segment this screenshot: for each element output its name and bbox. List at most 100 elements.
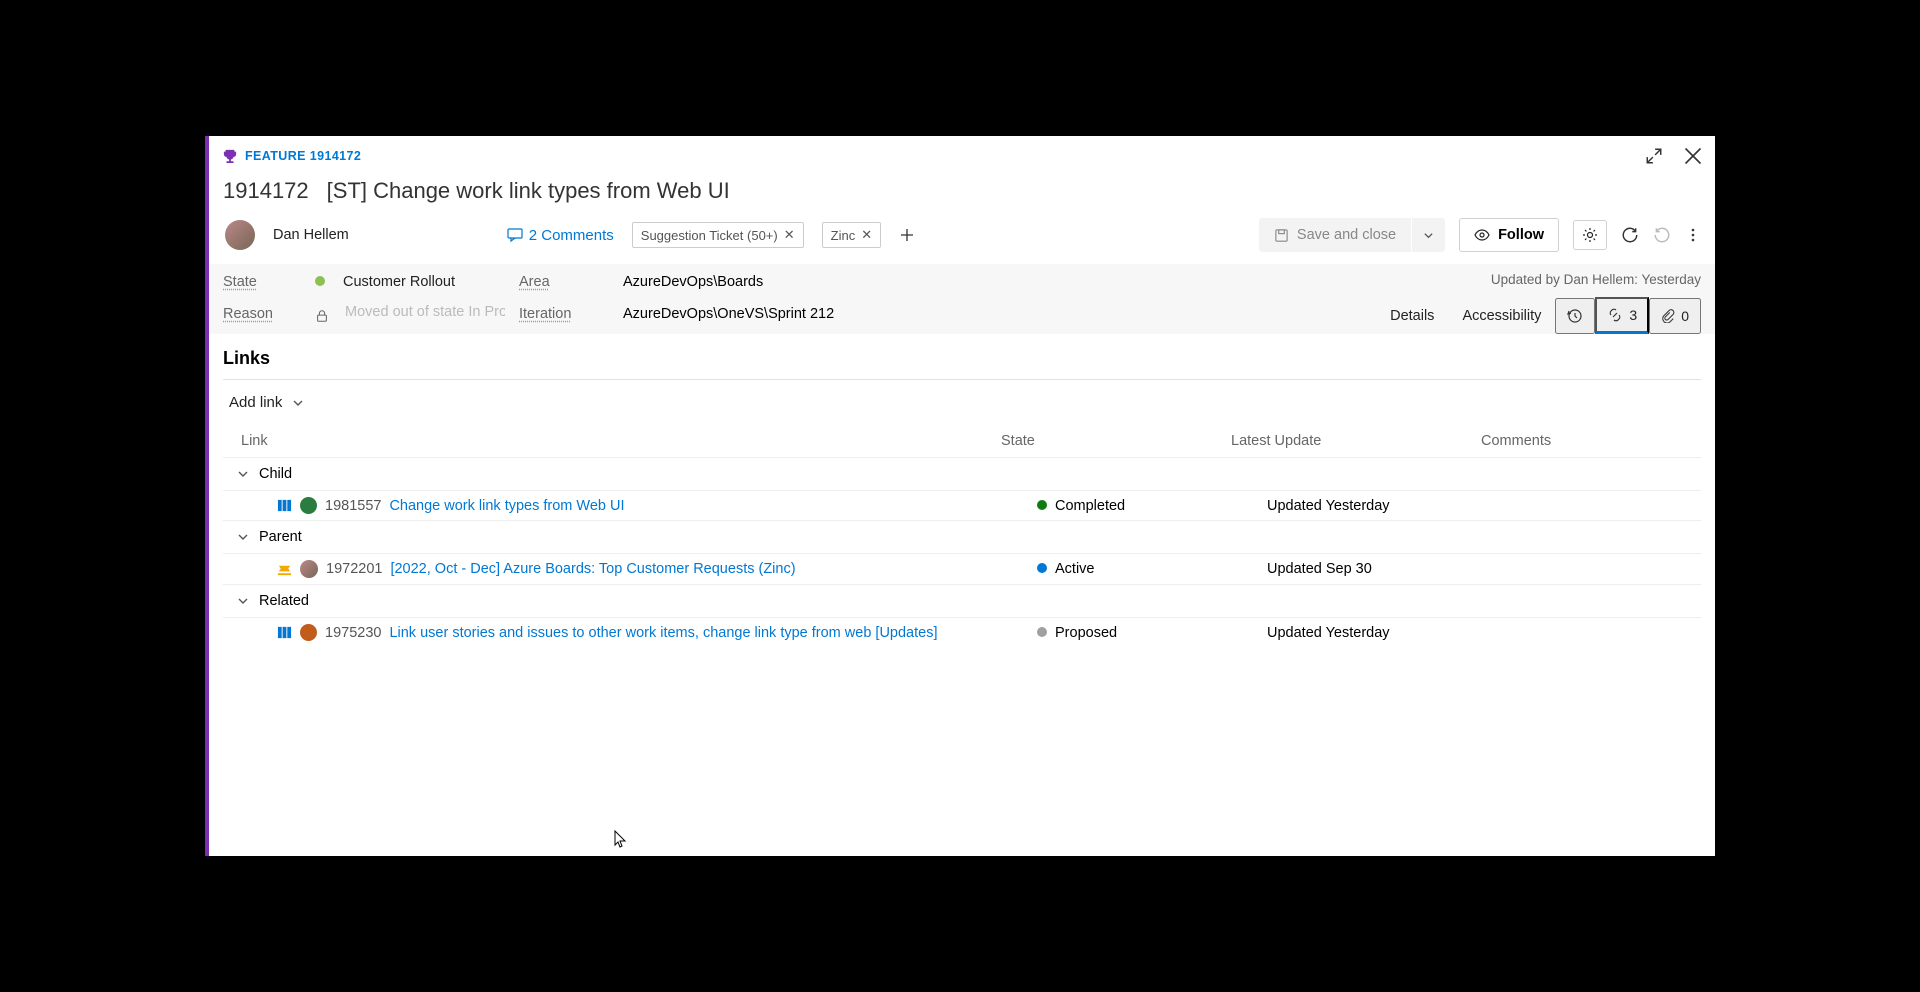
link-title[interactable]: [2022, Oct - Dec] Azure Boards: Top Cust…	[390, 561, 795, 577]
tag-chip-suggestion[interactable]: Suggestion Ticket (50+) ✕	[632, 222, 804, 248]
group-name: Child	[259, 466, 292, 482]
history-icon	[1567, 308, 1583, 324]
save-icon	[1274, 228, 1289, 243]
state-dot-icon	[1037, 627, 1047, 637]
tag-chip-zinc[interactable]: Zinc ✕	[822, 222, 881, 248]
col-state[interactable]: State	[1001, 433, 1231, 449]
work-item-id: 1914172	[223, 178, 309, 204]
link-state: Completed	[1055, 498, 1125, 514]
story-icon	[277, 498, 292, 513]
iteration-label: Iteration	[519, 306, 619, 322]
toolbar: Dan Hellem 2 Comments Suggestion Ticket …	[209, 218, 1715, 264]
link-id: 1975230	[325, 625, 381, 641]
undo-icon	[1653, 226, 1671, 244]
state-dot-icon	[315, 276, 325, 286]
save-and-close-button[interactable]: Save and close	[1259, 218, 1411, 252]
state-dot-icon	[1037, 500, 1047, 510]
link-group-parent[interactable]: Parent	[223, 520, 1701, 553]
comment-icon	[507, 227, 523, 243]
refresh-icon	[1621, 226, 1639, 244]
expand-button[interactable]	[1645, 146, 1663, 166]
group-name: Parent	[259, 529, 302, 545]
add-link-button[interactable]: Add link	[223, 380, 310, 425]
links-table: Link State Latest Update Comments Child …	[223, 425, 1701, 647]
undo-button[interactable]	[1653, 226, 1671, 244]
chevron-down-icon	[237, 531, 249, 543]
settings-button[interactable]	[1573, 220, 1607, 250]
remove-tag-icon[interactable]: ✕	[784, 227, 795, 243]
col-link[interactable]: Link	[241, 433, 1001, 449]
assignee-badge	[300, 497, 317, 514]
link-latest: Updated Yesterday	[1267, 625, 1517, 641]
meta-panel: Updated by Dan Hellem: Yesterday State C…	[209, 264, 1715, 334]
tab-attachments[interactable]: 0	[1649, 298, 1701, 334]
chevron-down-icon	[237, 595, 249, 607]
assignee-badge	[300, 624, 317, 641]
more-vertical-icon	[1685, 227, 1701, 243]
col-comments[interactable]: Comments	[1481, 433, 1701, 449]
link-latest: Updated Yesterday	[1267, 498, 1517, 514]
link-group-related[interactable]: Related	[223, 584, 1701, 617]
assignee-badge	[300, 560, 318, 578]
tab-history[interactable]	[1555, 298, 1595, 334]
link-row[interactable]: 1972201 [2022, Oct - Dec] Azure Boards: …	[223, 553, 1701, 584]
link-latest: Updated Sep 30	[1267, 561, 1517, 577]
link-id: 1981557	[325, 498, 381, 514]
comments-button[interactable]: 2 Comments	[507, 227, 614, 244]
work-item-type: FEATURE 1914172	[223, 149, 361, 163]
area-label: Area	[519, 274, 619, 290]
header-strip: FEATURE 1914172	[209, 136, 1715, 172]
col-latest[interactable]: Latest Update	[1231, 433, 1481, 449]
gear-icon	[1582, 227, 1598, 243]
type-label: FEATURE 1914172	[245, 149, 361, 163]
reason-label: Reason	[223, 306, 311, 322]
assignee-name[interactable]: Dan Hellem	[273, 227, 349, 243]
updated-by-text: Updated by Dan Hellem: Yesterday	[1491, 272, 1701, 287]
story-icon	[277, 625, 292, 640]
link-state: Proposed	[1055, 625, 1117, 641]
chevron-down-icon	[237, 468, 249, 480]
link-row[interactable]: 1975230 Link user stories and issues to …	[223, 617, 1701, 647]
epic-icon	[277, 562, 292, 577]
link-id: 1972201	[326, 561, 382, 577]
state-dot-icon	[1037, 563, 1047, 573]
work-item-title[interactable]: [ST] Change work link types from Web UI	[327, 178, 730, 204]
eye-icon	[1474, 227, 1490, 243]
work-item-dialog: FEATURE 1914172 1914172 [ST] Change work…	[205, 136, 1715, 856]
work-item-tabs: Details Accessibility 3 0	[1376, 297, 1701, 334]
state-label: State	[223, 274, 311, 290]
link-title[interactable]: Change work link types from Web UI	[389, 498, 624, 514]
tab-accessibility[interactable]: Accessibility	[1448, 298, 1555, 334]
attachment-icon	[1661, 309, 1675, 323]
group-name: Related	[259, 593, 309, 609]
links-section: Links Add link Link State Latest Update …	[209, 334, 1715, 856]
state-value[interactable]: Customer Rollout	[315, 274, 515, 290]
area-value[interactable]: AzureDevOps\Boards	[623, 274, 1023, 290]
more-actions-button[interactable]	[1685, 227, 1701, 243]
tab-details[interactable]: Details	[1376, 298, 1448, 334]
reason-value[interactable]: Moved out of state In Pro	[315, 304, 515, 324]
chevron-down-icon	[292, 397, 304, 409]
link-title[interactable]: Link user stories and issues to other wo…	[389, 625, 937, 641]
lock-icon	[315, 309, 329, 323]
add-tag-button[interactable]	[899, 227, 915, 243]
link-row[interactable]: 1981557 Change work link types from Web …	[223, 490, 1701, 520]
follow-button[interactable]: Follow	[1459, 218, 1559, 252]
assignee-avatar[interactable]	[225, 220, 255, 250]
close-button[interactable]	[1683, 146, 1703, 166]
link-group-child[interactable]: Child	[223, 457, 1701, 490]
section-title: Links	[223, 348, 1701, 380]
remove-tag-icon[interactable]: ✕	[861, 227, 872, 243]
title-row: 1914172 [ST] Change work link types from…	[209, 172, 1715, 218]
iteration-value[interactable]: AzureDevOps\OneVS\Sprint 212	[623, 306, 1023, 322]
refresh-button[interactable]	[1621, 226, 1639, 244]
links-header-row: Link State Latest Update Comments	[223, 425, 1701, 457]
links-icon	[1607, 307, 1623, 323]
save-dropdown-button[interactable]	[1412, 218, 1445, 252]
link-state: Active	[1055, 561, 1095, 577]
plus-icon	[899, 227, 915, 243]
trophy-icon	[223, 149, 237, 163]
close-icon	[1683, 146, 1703, 166]
expand-icon	[1645, 147, 1663, 165]
tab-links[interactable]: 3	[1595, 297, 1649, 334]
